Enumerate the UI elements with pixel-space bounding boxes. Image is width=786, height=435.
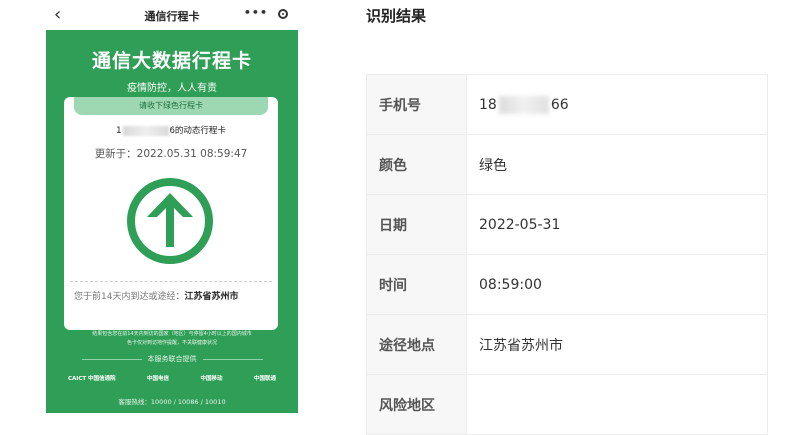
table-row: 时间 08:59:00 bbox=[367, 255, 767, 315]
row-value-route: 江苏省苏州市 bbox=[479, 337, 563, 354]
mini-program-navbar: ‹ 通信行程卡 ••• bbox=[46, 0, 298, 30]
green-arrow-icon bbox=[126, 177, 214, 265]
more-options-icon[interactable]: ••• bbox=[244, 6, 268, 19]
card-tab-label: 请收下绿色行程卡 bbox=[74, 97, 268, 115]
card-main-title: 通信大数据行程卡 bbox=[91, 50, 252, 72]
row-value-time: 08:59:00 bbox=[479, 276, 542, 293]
card-subtitle: 疫情防控，人人有责 bbox=[127, 83, 217, 94]
operator-logos: CAICT 中国信通院 中国电信 中国移动 中国联通 bbox=[68, 374, 276, 382]
provider-label: 本服务联合提供 bbox=[62, 354, 282, 364]
row-label-phone: 手机号 bbox=[367, 75, 467, 134]
phone-prefix: 18 bbox=[479, 96, 497, 113]
row-label-date: 日期 bbox=[367, 195, 467, 254]
table-row: 颜色 绿色 bbox=[367, 135, 767, 195]
row-label-risk-area: 风险地区 bbox=[367, 375, 467, 434]
row-label-route: 途径地点 bbox=[367, 315, 467, 374]
result-title: 识别结果 bbox=[366, 7, 427, 25]
travel-card-phone-panel: ‹ 通信行程卡 ••• 通信大数据行程卡 疫情防控，人人有责 请收下绿色行程卡 … bbox=[46, 0, 298, 413]
phone-suffix: 66 bbox=[550, 96, 569, 113]
table-row: 手机号 18 66 bbox=[367, 75, 767, 135]
travel-history: 您于前14天内到达或途经：江苏省苏州市 bbox=[74, 290, 270, 304]
row-label-time: 时间 bbox=[367, 255, 467, 314]
row-value-color: 绿色 bbox=[479, 157, 507, 174]
table-row: 日期 2022-05-31 bbox=[367, 195, 767, 255]
redacted-phone-digits bbox=[498, 95, 549, 114]
travel-place: 江苏省苏州市 bbox=[184, 292, 239, 302]
travel-prefix: 您于前14天内到达或途经： bbox=[74, 292, 185, 302]
china-mobile-logo: 中国移动 bbox=[200, 376, 223, 382]
caict-logo: CAICT 中国信通院 bbox=[68, 376, 116, 382]
china-unicom-logo: 中国联通 bbox=[253, 376, 276, 382]
card-owner-line: 1 6的动态行程卡 bbox=[64, 124, 278, 136]
notice-text: 结果包含您在前14天内到访的国家（地区）与停留4小时以上的国内城市 色卡仅对到访… bbox=[92, 331, 252, 346]
travel-card: 请收下绿色行程卡 1 6的动态行程卡 更新于：2022.05.31 08:59:4… bbox=[64, 97, 278, 330]
table-row: 风险地区 bbox=[367, 375, 767, 435]
table-row: 途径地点 江苏省苏州市 bbox=[367, 315, 767, 375]
owner-prefix: 1 bbox=[116, 126, 122, 136]
service-hotline: 客服热线：10000 / 10086 / 10010 bbox=[118, 398, 226, 406]
row-label-color: 颜色 bbox=[367, 135, 467, 194]
china-telecom-logo: 中国电信 bbox=[147, 376, 170, 382]
row-value-phone: 18 66 bbox=[467, 75, 767, 134]
row-value-risk-area bbox=[467, 375, 767, 434]
card-divider bbox=[70, 281, 272, 282]
result-table: 手机号 18 66 颜色 绿色 日期 2022-05-31 时间 08:59:00… bbox=[366, 74, 768, 435]
update-time: 更新于：2022.05.31 08:59:47 bbox=[94, 148, 248, 160]
row-value-date: 2022-05-31 bbox=[479, 216, 561, 233]
owner-suffix: 6的动态行程卡 bbox=[169, 126, 226, 136]
close-target-icon[interactable] bbox=[278, 9, 288, 19]
redacted-number bbox=[122, 125, 169, 136]
